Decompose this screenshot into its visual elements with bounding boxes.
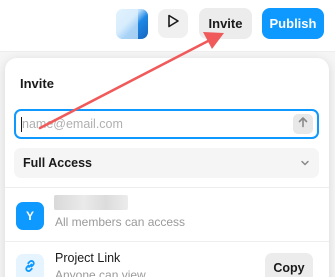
access-level-select[interactable]: Full Access: [14, 148, 319, 178]
access-level-label: Full Access: [23, 156, 93, 170]
invite-button[interactable]: Invite: [199, 8, 252, 39]
send-invite-button[interactable]: [293, 114, 313, 134]
invite-panel: Invite Full Access Y All members can acc…: [5, 58, 329, 277]
project-link-icon-wrapper: [16, 254, 44, 277]
publish-button[interactable]: Publish: [262, 8, 324, 39]
chevron-down-icon: [299, 156, 311, 174]
preview-button[interactable]: [158, 9, 188, 38]
member-avatar: Y: [16, 202, 44, 230]
member-access-note: All members can access: [55, 215, 186, 229]
email-input[interactable]: [22, 115, 282, 133]
top-toolbar: Invite Publish: [0, 0, 335, 52]
panel-title: Invite: [20, 76, 54, 91]
project-link-permission[interactable]: Anyone can view: [55, 268, 146, 277]
member-name-redacted: [54, 195, 128, 210]
user-avatar-redacted[interactable]: [116, 9, 148, 39]
project-link-title: Project Link: [55, 251, 121, 265]
link-icon: [22, 258, 38, 277]
divider: [5, 241, 329, 242]
divider: [5, 187, 329, 188]
copy-link-button[interactable]: Copy: [265, 253, 313, 277]
email-input-wrapper: [14, 109, 319, 139]
send-arrow-up-icon: [297, 115, 309, 133]
play-icon: [166, 14, 180, 33]
